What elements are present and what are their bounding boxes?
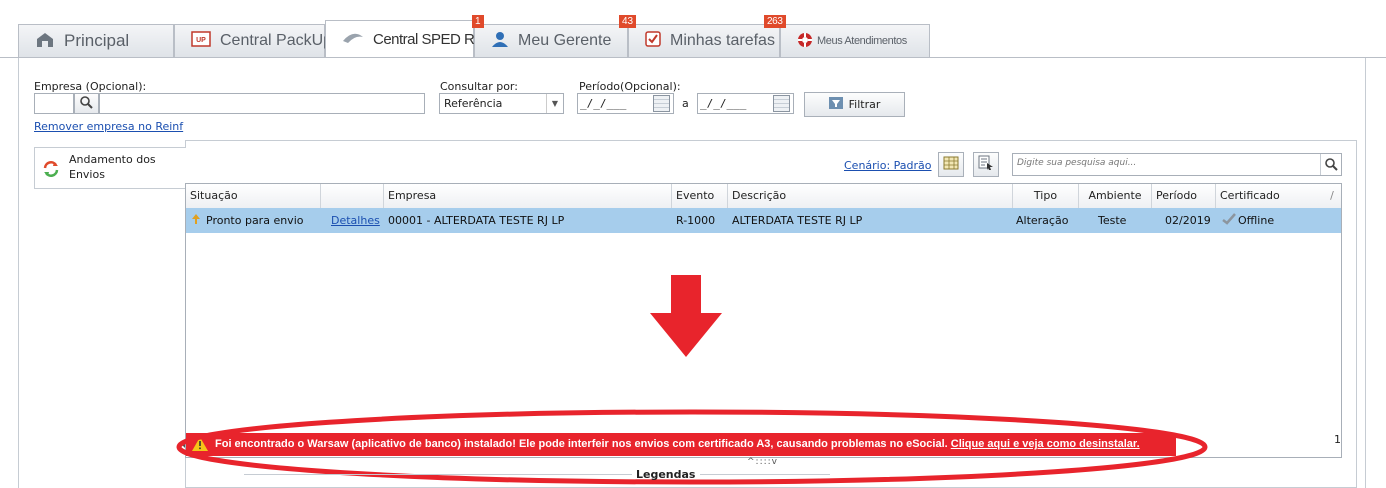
lifebuoy-icon [797,32,813,51]
column-header-periodo[interactable]: Período [1152,184,1216,208]
reinf-icon [342,31,364,49]
calendar-icon[interactable] [773,95,790,112]
periodo-fim-value: _/_/___ [700,97,747,110]
legend-divider [244,474,632,475]
tab-principal[interactable]: Principal [18,24,174,57]
empresa-name-input[interactable] [99,93,425,114]
column-header-detalhes[interactable] [321,184,384,208]
tab-central-sped-reinf[interactable]: Central SPED Reinf [325,20,497,58]
tab-minhas-tarefas[interactable]: 43 Minhas tarefas [619,15,780,57]
tab-label: Principal [64,31,130,50]
column-header-tipo[interactable]: Tipo [1013,184,1079,208]
consultar-value: Referência [444,97,503,110]
expand-handle-icon[interactable]: ^::::v [747,457,778,467]
cursor-list-icon [978,155,994,174]
consultar-select[interactable]: Referência ▼ [439,93,564,114]
column-header-descricao[interactable]: Descrição [728,184,1013,208]
certificado-cell: Offline [1238,214,1275,227]
situacao-cell: Pronto para envio [206,214,304,227]
packup-icon: UP [191,30,211,52]
column-header-empresa[interactable]: Empresa [384,184,672,208]
svg-text:UP: UP [196,37,206,44]
spreadsheet-icon [943,156,959,173]
export-button[interactable] [938,152,964,177]
evento-cell: R-1000 [676,214,716,227]
notification-badge: 43 [619,15,637,28]
column-header-situacao[interactable]: Situação [186,184,321,208]
tab-label: Central PackUp [220,32,333,49]
tab-meu-gerente[interactable]: 1 Meu Gerente [472,15,628,57]
tab-label: Meu Gerente [518,32,612,49]
home-icon [35,31,55,52]
check-icon [1222,208,1236,233]
detalhes-link[interactable]: Detalhes [331,208,380,233]
side-tab-label-1: Andamento dos [69,153,156,166]
side-tab-label-2: Envios [69,168,105,181]
ambiente-cell: Teste [1098,214,1127,227]
grid-search-box[interactable]: Digite sua pesquisa aqui... [1012,153,1342,176]
user-icon [491,31,509,52]
select-columns-button[interactable] [973,152,999,177]
column-header-certificado[interactable]: Certificado [1216,184,1311,208]
periodo-label: Período(Opcional): [579,80,681,93]
legendas-label[interactable]: Legendas [636,468,695,481]
magnifier-icon [80,95,93,112]
tab-bar: Principal UP Central PackUp Central SPED… [0,0,1386,58]
remover-empresa-link[interactable]: Remover empresa no Reinf [34,120,183,133]
periodo-inicio-value: _/_/___ [580,97,627,110]
column-header-ambiente[interactable]: Ambiente [1079,184,1152,208]
tipo-cell: Alteração [1016,214,1069,227]
filtrar-label: Filtrar [848,98,881,111]
periodo-cell: 02/2019 [1165,214,1211,227]
tab-central-packup[interactable]: UP Central PackUp [174,24,332,57]
tab-label: Minhas tarefas [670,32,775,49]
empresa-cell: 00001 - ALTERDATA TESTE RJ LP [388,214,565,227]
consultar-label: Consultar por: [440,80,518,93]
record-count: 1 [1334,433,1341,446]
search-input[interactable]: Digite sua pesquisa aqui... [1017,158,1136,168]
notification-badge: 263 [764,15,786,28]
funnel-icon [828,97,843,112]
chevron-down-icon[interactable]: ▼ [546,94,563,113]
tab-meus-atendimentos[interactable]: 263 Meus Atendimentos [764,15,930,57]
down-arrow-icon [650,275,722,360]
empresa-code-input[interactable] [34,93,74,114]
empresa-label: Empresa (Opcional): [34,80,147,93]
empresa-search-button[interactable] [74,93,99,114]
tab-label: Meus Atendimentos [817,35,907,47]
column-chooser[interactable]: / [1311,184,1341,208]
periodo-separator: a [682,97,689,110]
table-row[interactable]: Pronto para envio Detalhes 00001 - ALTER… [186,208,1341,233]
notification-badge: 1 [472,15,484,28]
refresh-arrows-icon [42,160,60,181]
tab-andamento-envios[interactable]: Andamento dos Envios [34,147,186,189]
arrow-up-icon [191,208,201,233]
calendar-icon[interactable] [653,95,670,112]
checkbox-icon [645,30,661,52]
cenario-link[interactable]: Cenário: Padrão [844,159,932,172]
column-header-evento[interactable]: Evento [672,184,728,208]
descricao-cell: ALTERDATA TESTE RJ LP [732,214,863,227]
filtrar-button[interactable]: Filtrar [804,92,905,117]
legend-divider [700,474,830,475]
search-icon[interactable] [1320,154,1341,175]
